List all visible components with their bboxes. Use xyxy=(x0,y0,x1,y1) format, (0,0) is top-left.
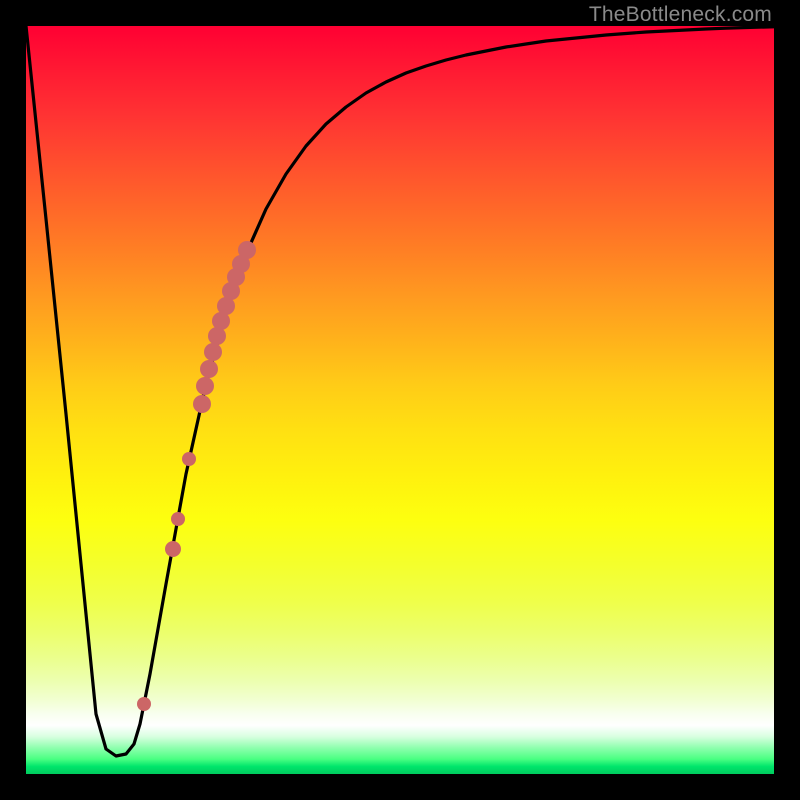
main-curve xyxy=(26,26,774,756)
outer-frame: TheBottleneck.com xyxy=(0,0,800,800)
data-dot xyxy=(171,512,185,526)
data-dot xyxy=(238,241,256,259)
data-dot xyxy=(200,360,218,378)
data-dot xyxy=(165,541,181,557)
data-dot xyxy=(193,395,211,413)
chart-svg xyxy=(26,26,774,774)
watermark-text: TheBottleneck.com xyxy=(589,3,772,27)
data-dot xyxy=(182,452,196,466)
data-dot xyxy=(137,697,151,711)
data-dot xyxy=(196,377,214,395)
plot-area xyxy=(26,26,774,774)
data-dot xyxy=(204,343,222,361)
